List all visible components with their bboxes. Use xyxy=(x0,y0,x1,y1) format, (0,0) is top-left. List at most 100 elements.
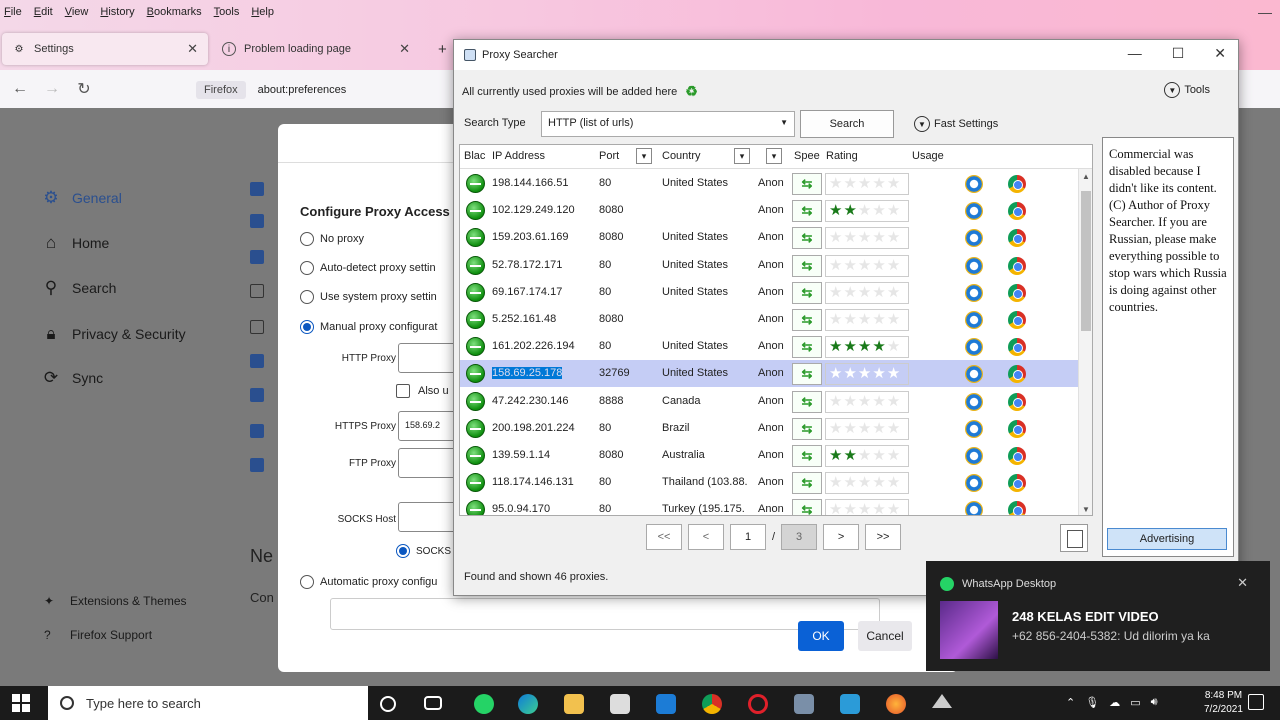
volume-icon[interactable]: 🔊︎ xyxy=(1151,696,1158,709)
status-ball-icon[interactable] xyxy=(466,255,485,275)
radio-button[interactable] xyxy=(300,232,314,246)
ie-icon[interactable] xyxy=(965,392,983,411)
filter-icon[interactable]: ▾ xyxy=(734,148,750,164)
sidebar-item-support[interactable]: ? Firefox Support xyxy=(44,628,152,642)
speed-test-icon[interactable]: ⇆ xyxy=(792,200,822,223)
status-ball-icon[interactable] xyxy=(466,337,485,357)
chrome-icon[interactable] xyxy=(1008,501,1026,515)
column-header-port[interactable]: Port xyxy=(599,150,619,162)
windows-start-icon[interactable] xyxy=(12,694,30,712)
menu-view[interactable]: View xyxy=(65,6,89,18)
speed-test-icon[interactable]: ⇆ xyxy=(792,336,822,359)
chrome-icon[interactable] xyxy=(1008,175,1026,193)
chrome-icon[interactable] xyxy=(1008,392,1026,411)
task-view-icon[interactable] xyxy=(424,696,442,710)
table-row[interactable]: 95.0.94.170 80 Turkey (195.175. Anon ⇆ ★★★★★ xyxy=(460,496,1080,515)
status-ball-icon[interactable] xyxy=(466,446,485,465)
tab-settings[interactable]: ⚙ Settings ✕ xyxy=(2,33,208,65)
ie-icon[interactable] xyxy=(965,256,983,275)
speed-test-icon[interactable]: ⇆ xyxy=(792,390,822,413)
notification-icon[interactable] xyxy=(1248,694,1264,710)
sidebar-item-home[interactable]: ⌂ Home xyxy=(40,233,110,253)
close-icon[interactable]: ✕ xyxy=(1214,45,1226,62)
menu-bookmarks[interactable]: Bookmarks xyxy=(147,6,202,18)
tools-button[interactable]: ▼ Tools xyxy=(1164,82,1210,98)
url-bar[interactable]: Firefox about:preferences xyxy=(196,77,456,103)
filter-icon[interactable]: ▾ xyxy=(766,148,782,164)
chrome-icon[interactable] xyxy=(702,694,722,714)
radio-no-proxy[interactable]: No proxy xyxy=(300,232,364,246)
pref-checkbox[interactable] xyxy=(250,388,264,402)
socks-version-radio[interactable]: SOCKS xyxy=(396,544,451,558)
speed-test-icon[interactable]: ⇆ xyxy=(792,173,822,195)
scroll-thumb[interactable] xyxy=(1081,191,1091,331)
chevron-up-icon[interactable]: ⌃ xyxy=(1066,696,1075,709)
speed-test-icon[interactable]: ⇆ xyxy=(792,227,822,250)
menu-history[interactable]: History xyxy=(100,6,134,18)
chrome-icon[interactable] xyxy=(1008,311,1026,329)
menu-edit[interactable]: Edit xyxy=(34,6,53,18)
menu-file[interactable]: File xyxy=(4,6,22,18)
column-header-blacklist[interactable]: Blac xyxy=(464,150,485,162)
column-header-usage[interactable]: Usage xyxy=(912,150,944,162)
ie-icon[interactable] xyxy=(965,229,983,248)
socks-host-input[interactable] xyxy=(398,502,458,532)
ftp-proxy-input[interactable] xyxy=(398,448,458,478)
radio-manual-proxy[interactable]: Manual proxy configurat xyxy=(300,320,437,334)
table-row[interactable]: 47.242.230.146 8888 Canada Anon ⇆ ★★★★★ xyxy=(460,388,1080,415)
sidebar-item-sync[interactable]: ⟳ Sync xyxy=(40,368,103,388)
filter-icon[interactable]: ▾ xyxy=(636,148,652,164)
table-row[interactable]: 159.203.61.169 8080 United States Anon ⇆ ★★★★… xyxy=(460,224,1080,251)
chrome-icon[interactable] xyxy=(1008,365,1026,384)
whatsapp-icon[interactable] xyxy=(474,694,494,714)
app-icon[interactable] xyxy=(840,694,860,714)
ie-icon[interactable] xyxy=(965,447,983,465)
chrome-icon[interactable] xyxy=(1008,256,1026,275)
ie-icon[interactable] xyxy=(965,365,983,384)
pref-checkbox[interactable] xyxy=(250,424,264,438)
file-explorer-icon[interactable] xyxy=(564,694,584,714)
sidebar-item-general[interactable]: ⚙ General xyxy=(40,188,121,208)
sidebar-item-privacy[interactable]: 🔒︎ Privacy & Security xyxy=(40,324,185,344)
pref-checkbox[interactable] xyxy=(250,320,264,334)
column-header-rating[interactable]: Rating xyxy=(826,150,858,162)
minimize-icon[interactable]: — xyxy=(1128,45,1142,62)
status-ball-icon[interactable] xyxy=(466,310,485,329)
column-header-speed[interactable]: Spee xyxy=(794,150,820,162)
close-icon[interactable]: ✕ xyxy=(399,41,410,57)
app-icon[interactable] xyxy=(932,694,952,708)
advertising-button[interactable]: Advertising xyxy=(1107,528,1227,550)
tab-problem-loading[interactable]: i Problem loading page ✕ xyxy=(212,33,420,65)
sidebar-item-search[interactable]: ⚲ Search xyxy=(40,278,117,298)
pref-checkbox[interactable] xyxy=(250,458,264,472)
chrome-icon[interactable] xyxy=(1008,419,1026,438)
whatsapp-notification[interactable]: WhatsApp Desktop ✕ 248 KELAS EDIT VIDEO … xyxy=(926,561,1270,671)
forward-arrow-icon[interactable]: → xyxy=(36,80,68,98)
status-ball-icon[interactable] xyxy=(466,201,485,221)
pref-checkbox[interactable] xyxy=(250,214,264,228)
mail-icon[interactable] xyxy=(656,694,676,714)
ie-icon[interactable] xyxy=(965,419,983,438)
scroll-down-icon[interactable]: ▼ xyxy=(1082,505,1090,514)
speed-test-icon[interactable]: ⇆ xyxy=(792,363,822,386)
fast-settings-button[interactable]: ▼ Fast Settings xyxy=(914,116,998,132)
chrome-icon[interactable] xyxy=(1008,338,1026,357)
status-ball-icon[interactable] xyxy=(466,391,485,411)
close-icon[interactable]: ✕ xyxy=(187,41,198,57)
cancel-button[interactable]: Cancel xyxy=(858,621,912,651)
search-button[interactable]: Search xyxy=(800,110,894,138)
table-row[interactable]: 118.174.146.131 80 Thailand (103.88. Anon ⇆ ★… xyxy=(460,469,1080,496)
radio-button[interactable] xyxy=(396,544,410,558)
table-row[interactable]: 5.252.161.48 8080 Anon ⇆ ★★★★★ xyxy=(460,306,1080,333)
column-header-ip[interactable]: IP Address xyxy=(492,150,545,162)
search-type-select[interactable]: HTTP (list of urls) ▼ xyxy=(541,111,795,137)
status-ball-icon[interactable] xyxy=(466,282,485,302)
radio-auto-config[interactable]: Automatic proxy configu xyxy=(300,575,437,589)
status-ball-icon[interactable] xyxy=(466,418,485,438)
radio-button[interactable] xyxy=(300,261,314,275)
status-ball-icon[interactable] xyxy=(466,228,485,248)
speed-test-icon[interactable]: ⇆ xyxy=(792,309,822,331)
chrome-icon[interactable] xyxy=(1008,229,1026,248)
ie-icon[interactable] xyxy=(965,283,983,302)
table-row[interactable]: 198.144.166.51 80 United States Anon ⇆ ★★★★★ xyxy=(460,170,1080,197)
